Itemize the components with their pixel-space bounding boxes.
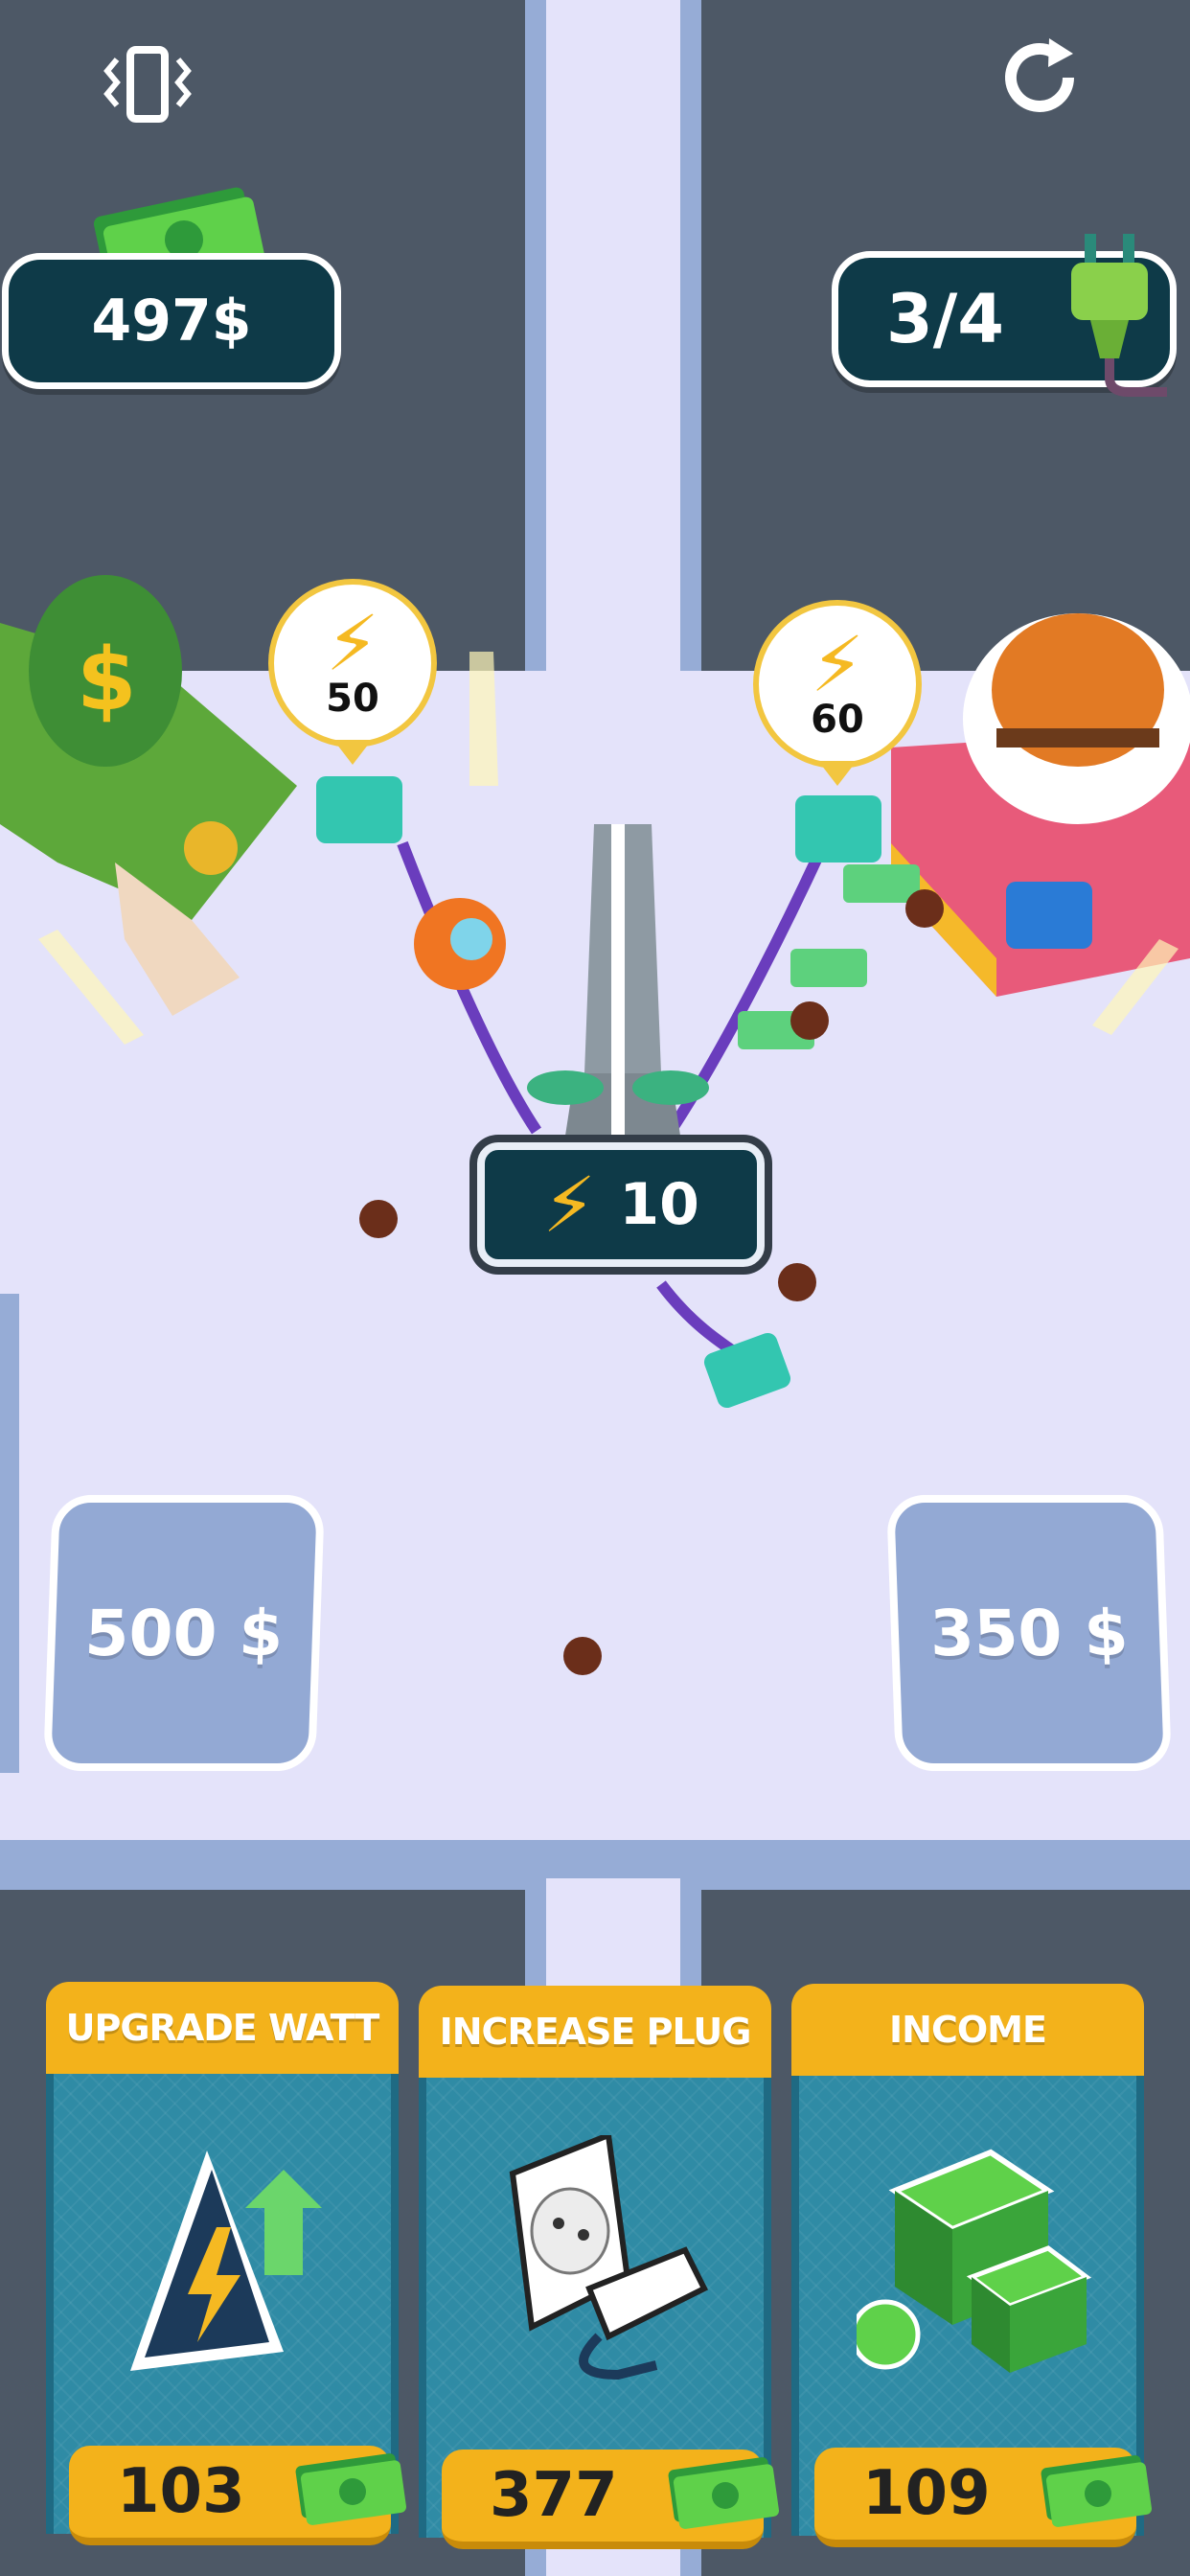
bubble-pointer [333, 740, 372, 765]
price-value: 103 [117, 2456, 245, 2527]
svg-text:$: $ [77, 630, 137, 730]
bank-watt-bubble: ⚡ 50 [268, 579, 437, 748]
worker-icon [778, 1263, 816, 1301]
income-card[interactable]: INCOME 109 [791, 1984, 1153, 2547]
slot-left-price: 500 $ [83, 1596, 285, 1670]
restart-icon[interactable] [996, 34, 1083, 135]
worker-icon [359, 1200, 398, 1238]
lamp-beam [469, 652, 498, 786]
burger-watt-value: 60 [811, 698, 864, 742]
money-value: 497$ [91, 288, 252, 355]
cash-icon [295, 2453, 407, 2525]
vibrate-icon[interactable] [100, 42, 195, 143]
lightning-icon: ⚡ [542, 1160, 597, 1250]
plug-icon [795, 795, 881, 862]
worker-icon [905, 889, 944, 928]
plug-count-value: 3/4 [886, 280, 1004, 358]
burger-watt-bubble: ⚡ 60 [753, 600, 922, 769]
money-stack-icon [850, 2133, 1096, 2396]
worker-icon [790, 1001, 829, 1040]
bank-building-icon: $ [0, 575, 297, 1016]
lightning-icon: ⚡ [325, 599, 380, 688]
upgrade-watt-card[interactable]: UPGRADE WATT 103 [46, 1982, 407, 2545]
card-title: UPGRADE WATT [46, 1982, 399, 2074]
worker-icon [563, 1637, 602, 1675]
cash-icon [668, 2457, 780, 2529]
upgrade-watt-price-button[interactable]: 103 [69, 2446, 407, 2545]
tower-watt-value: 10 [619, 1171, 699, 1238]
tower-watt-pill: ⚡ 10 [477, 1142, 765, 1267]
increase-plug-price-button[interactable]: 377 [442, 2450, 780, 2549]
increase-plug-card[interactable]: INCREASE PLUG 377 [419, 1986, 780, 2549]
plug-socket-icon [493, 2130, 723, 2388]
burger-shop-icon [891, 613, 1190, 997]
card-title: INCREASE PLUG [419, 1986, 771, 2078]
lightning-icon: ⚡ [810, 620, 865, 709]
bubble-pointer [818, 761, 857, 786]
buy-slot-right[interactable]: 350 $ [885, 1495, 1173, 1771]
cash-pile-icon [843, 864, 920, 903]
money-counter: 497$ [2, 253, 341, 389]
cash-pile-icon [790, 949, 867, 987]
plug-icon [1062, 234, 1167, 401]
watt-upgrade-icon [111, 2131, 341, 2384]
price-value: 377 [490, 2460, 618, 2531]
price-value: 109 [862, 2458, 991, 2529]
income-price-button[interactable]: 109 [814, 2448, 1153, 2547]
lamp-beam [38, 930, 144, 1045]
slot-right-price: 350 $ [928, 1596, 1130, 1670]
battery-gadget-icon [414, 898, 506, 990]
cash-icon [1041, 2455, 1153, 2527]
card-title: INCOME [791, 1984, 1144, 2076]
plug-icon [316, 776, 402, 843]
bank-watt-value: 50 [326, 677, 379, 721]
buy-slot-left[interactable]: 500 $ [42, 1495, 326, 1771]
